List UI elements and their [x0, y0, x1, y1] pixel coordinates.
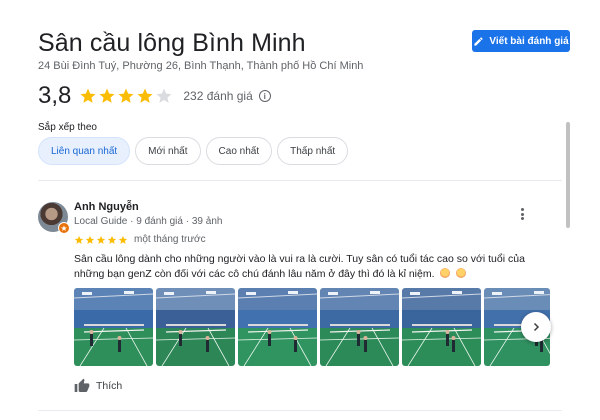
rating-stars — [79, 87, 173, 105]
avatar[interactable]: ★ — [38, 202, 70, 234]
star-icon — [99, 88, 115, 103]
star-icon — [80, 88, 96, 103]
star-icon — [137, 88, 153, 103]
divider — [38, 180, 562, 181]
reviewer-meta[interactable]: Local Guide · 9 đánh giá · 39 ảnh — [74, 216, 222, 227]
sort-chip-newest[interactable]: Mới nhất — [135, 137, 201, 165]
star-icon — [74, 235, 84, 244]
review-stars — [74, 235, 128, 245]
sort-chip-lowest[interactable]: Thấp nhất — [277, 137, 349, 165]
scrollbar[interactable] — [566, 122, 570, 228]
thumbs-up-icon — [74, 378, 90, 392]
sort-chip-highest[interactable]: Cao nhất — [205, 137, 273, 165]
review-photo[interactable] — [156, 288, 235, 366]
local-guide-badge-icon: ★ — [58, 222, 70, 234]
sort-label: Sắp xếp theo — [38, 122, 97, 133]
place-header: Sân cầu lông Bình Minh 24 Bùi Đình Tuý, … — [38, 28, 363, 72]
review-photo[interactable] — [238, 288, 317, 366]
review-time: một tháng trước — [134, 234, 206, 245]
rating-summary: 3,8 232 đánh giá i — [38, 82, 271, 110]
star-icon — [85, 235, 95, 244]
sort-chip-relevant[interactable]: Liên quan nhất — [38, 137, 131, 165]
review-photo[interactable] — [402, 288, 481, 366]
sort-chips: Liên quan nhất Mới nhất Cao nhất Thấp nh… — [38, 137, 349, 165]
review-photo[interactable] — [74, 288, 153, 366]
place-address: 24 Bùi Đình Tuý, Phường 26, Bình Thạnh, … — [38, 60, 364, 72]
star-icon — [107, 235, 117, 244]
write-review-label: Viết bài đánh giá — [489, 35, 569, 47]
rating-value: 3,8 — [38, 82, 72, 109]
smiling-face-emoji-icon — [440, 268, 451, 278]
like-button[interactable]: Thích — [74, 378, 122, 394]
like-label: Thích — [96, 380, 123, 392]
next-photos-button[interactable] — [521, 312, 551, 342]
more-options-icon[interactable] — [517, 206, 527, 222]
divider — [38, 410, 562, 411]
chevron-right-icon — [533, 322, 540, 332]
write-review-button[interactable]: Viết bài đánh giá — [472, 30, 570, 52]
review-count[interactable]: 232 đánh giá — [183, 89, 252, 103]
review-photos — [74, 288, 550, 366]
reviewer-name[interactable]: Anh Nguyễn — [74, 201, 139, 213]
star-icon — [118, 88, 134, 103]
review-text: Sân cầu lông dành cho những người vào là… — [74, 252, 550, 282]
pencil-icon — [474, 36, 483, 46]
star-icon — [156, 88, 172, 103]
smiling-face-emoji-icon — [456, 268, 467, 278]
info-icon[interactable]: i — [258, 90, 271, 102]
place-name: Sân cầu lông Bình Minh — [38, 29, 306, 57]
star-icon — [96, 235, 106, 244]
review-rating-row: một tháng trước — [74, 234, 206, 245]
star-icon — [118, 235, 128, 244]
review-photo[interactable] — [320, 288, 399, 366]
